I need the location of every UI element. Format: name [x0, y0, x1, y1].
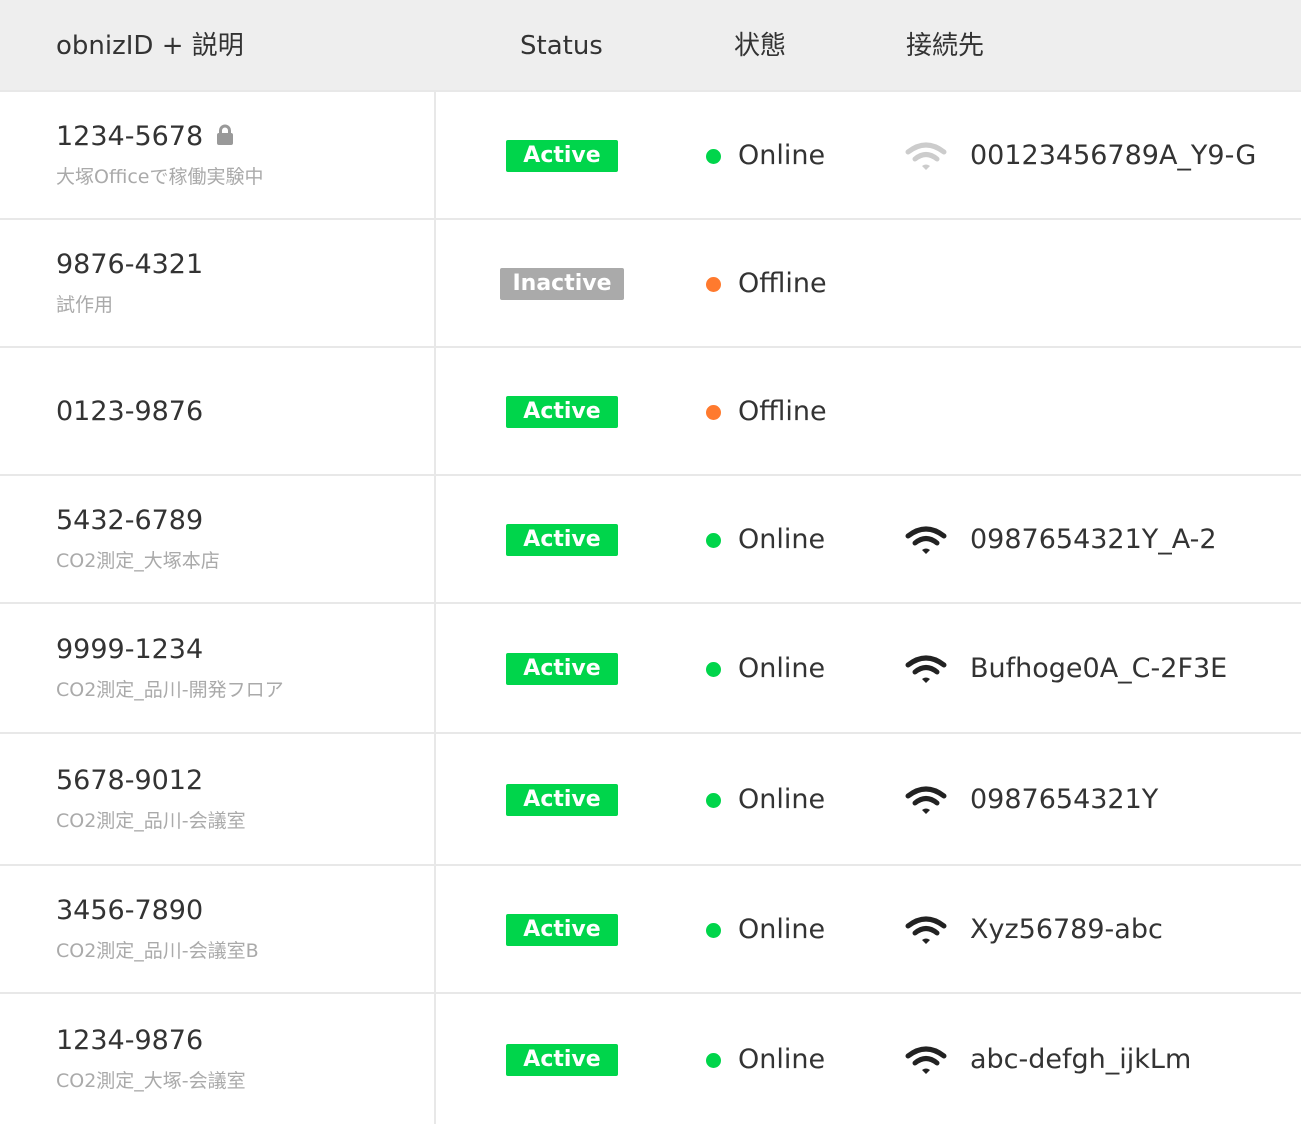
header-connection: 接続先 [906, 31, 985, 61]
connection-state: Online [738, 914, 826, 945]
connection-state: Online [738, 784, 826, 815]
status-badge: Active [506, 1044, 618, 1076]
table-row[interactable]: 5432-6789 CO2測定_大塚本店 Active Online 098765432… [0, 474, 1301, 602]
device-table: obnizID + 説明 Status 状態 接続先 1234-5678 大塚Of… [0, 0, 1301, 1124]
column-divider [434, 734, 436, 864]
device-description: CO2測定_品川-会議室B [56, 940, 259, 962]
obniz-id[interactable]: 9999-1234 [56, 633, 203, 667]
wifi-icon [904, 784, 948, 816]
device-description: 試作用 [56, 294, 114, 316]
wifi-icon [904, 914, 948, 946]
lock-icon [216, 124, 234, 146]
obniz-id[interactable]: 3456-7890 [56, 894, 203, 928]
state-indicator-dot [706, 1053, 721, 1068]
column-divider [434, 476, 436, 602]
wifi-icon [904, 524, 948, 556]
column-divider [434, 220, 436, 346]
column-divider [434, 604, 436, 732]
table-row[interactable]: 1234-5678 大塚Officeで稼働実験中 Active Online 00123… [0, 90, 1301, 218]
connection-state: Online [738, 1044, 826, 1075]
connection-state: Offline [738, 396, 827, 427]
state-indicator-dot [706, 277, 721, 292]
state-indicator-dot [706, 793, 721, 808]
obniz-id[interactable]: 5432-6789 [56, 504, 203, 538]
wifi-weak-icon [904, 140, 948, 172]
state-indicator-dot [706, 923, 721, 938]
status-badge: Active [506, 140, 618, 172]
ssid-label: abc-defgh_ijkLm [970, 1044, 1192, 1075]
state-indicator-dot [706, 662, 721, 677]
state-indicator-dot [706, 405, 721, 420]
wifi-icon [904, 653, 948, 685]
status-badge: Active [506, 653, 618, 685]
table-row[interactable]: 9999-1234 CO2測定_品川-開発フロア Active Online Bufho… [0, 602, 1301, 732]
status-badge: Active [506, 524, 618, 556]
column-divider [434, 866, 436, 992]
header-status: Status [520, 31, 603, 61]
device-description: CO2測定_大塚-会議室 [56, 1070, 246, 1092]
state-indicator-dot [706, 149, 721, 164]
obniz-id[interactable]: 1234-5678 [56, 120, 203, 154]
table-row[interactable]: 9876-4321 試作用 Inactive Offline [0, 218, 1301, 346]
column-divider [434, 994, 436, 1124]
status-badge: Inactive [500, 268, 624, 300]
obniz-id[interactable]: 5678-9012 [56, 764, 203, 798]
connection-state: Online [738, 653, 826, 684]
device-description: CO2測定_品川-会議室 [56, 810, 246, 832]
status-badge: Active [506, 914, 618, 946]
ssid-label: 00123456789A_Y9-G [970, 140, 1257, 171]
obniz-id[interactable]: 0123-9876 [56, 395, 203, 429]
table-row[interactable]: 1234-9876 CO2測定_大塚-会議室 Active Online abc-def… [0, 992, 1301, 1124]
table-row[interactable]: 5678-9012 CO2測定_品川-会議室 Active Online 0987654… [0, 732, 1301, 864]
connection-state: Online [738, 524, 826, 555]
ssid-label: 0987654321Y_A-2 [970, 524, 1217, 555]
table-row[interactable]: 0123-9876 Active Offline [0, 346, 1301, 474]
device-description: 大塚Officeで稼働実験中 [56, 166, 264, 188]
ssid-label: Xyz56789-abc [970, 914, 1163, 945]
header-state: 状態 [734, 31, 787, 61]
connection-state: Online [738, 140, 826, 171]
device-description: CO2測定_大塚本店 [56, 550, 220, 572]
obniz-id[interactable]: 1234-9876 [56, 1024, 203, 1058]
ssid-label: 0987654321Y [970, 784, 1159, 815]
column-divider [434, 92, 436, 218]
state-indicator-dot [706, 533, 721, 548]
ssid-label: Bufhoge0A_C-2F3E [970, 653, 1228, 684]
wifi-icon [904, 1044, 948, 1076]
status-badge: Active [506, 784, 618, 816]
device-description: CO2測定_品川-開発フロア [56, 679, 284, 701]
header-id-desc: obnizID + 説明 [56, 31, 244, 61]
status-badge: Active [506, 396, 618, 428]
table-header: obnizID + 説明 Status 状態 接続先 [0, 0, 1301, 90]
table-row[interactable]: 3456-7890 CO2測定_品川-会議室B Active Online Xyz567… [0, 864, 1301, 992]
obniz-id[interactable]: 9876-4321 [56, 248, 203, 282]
connection-state: Offline [738, 268, 827, 299]
column-divider [434, 348, 436, 474]
